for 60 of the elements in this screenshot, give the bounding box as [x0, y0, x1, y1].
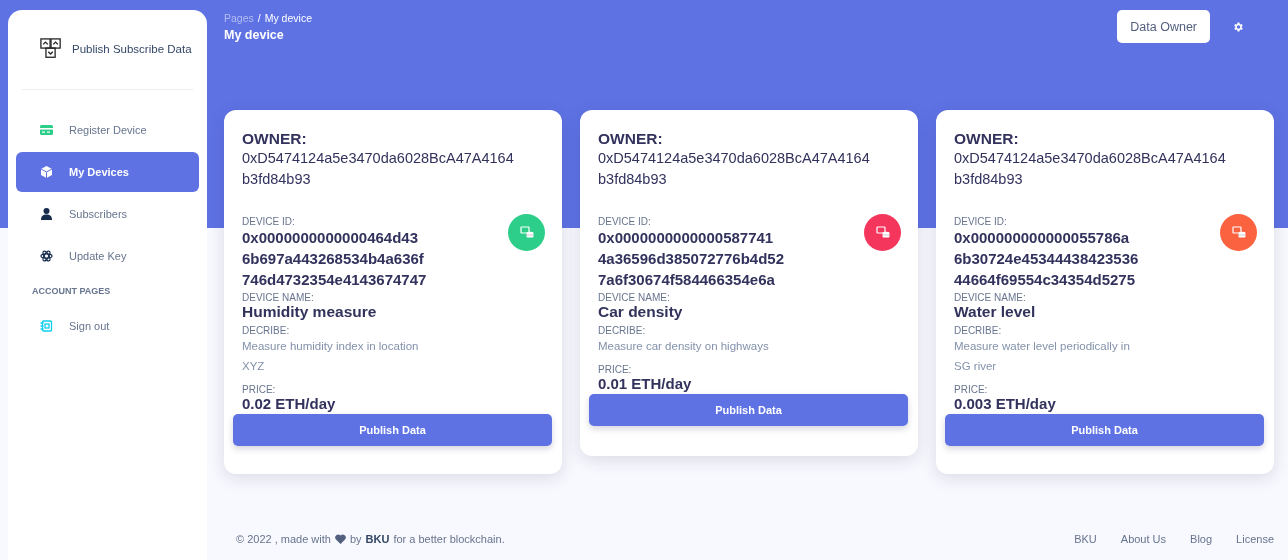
cube-icon: [40, 166, 53, 178]
field-label: DECRIBE:: [242, 325, 291, 336]
device-id: 0x0000000000000464d43 6b697a443268534b4a636f 746d4732354e4143674747: [242, 228, 428, 290]
field-label: OWNER:: [598, 130, 664, 148]
device-price: 0.01 ETH/day: [598, 375, 693, 392]
breadcrumb-separator: /: [257, 12, 261, 24]
publish-button[interactable]: Publish Data: [233, 414, 552, 446]
nav-item[interactable]: Sign out: [16, 306, 199, 346]
field-label: DEVICE ID:: [954, 216, 1008, 227]
field-label: DECRIBE:: [954, 325, 1003, 336]
breadcrumb-current: My device: [264, 12, 312, 24]
person-icon: [40, 208, 53, 220]
nav-item[interactable]: Update Key: [16, 236, 199, 276]
heart-icon: [334, 534, 346, 544]
field-label: DEVICE NAME:: [598, 292, 671, 303]
field-label: PRICE:: [598, 364, 633, 375]
nav-item[interactable]: Subscribers: [16, 194, 199, 234]
role-button[interactable]: Data Owner: [1117, 10, 1210, 43]
footer-text: for a better blockchain.: [393, 533, 505, 545]
owner-address: 0xD5474124a5e3470da6028BcA47A4164 b3fd84b93: [598, 149, 871, 189]
brand-name: Publish Subscribe Data: [72, 43, 192, 55]
publish-button[interactable]: Publish Data: [945, 414, 1264, 446]
device-name: Car density: [598, 303, 684, 321]
card-icon: [40, 125, 53, 135]
field-label: DEVICE ID:: [598, 216, 652, 227]
footer-link[interactable]: License: [1236, 533, 1274, 545]
field-label: PRICE:: [242, 384, 277, 395]
field-label: OWNER:: [954, 130, 1020, 148]
sign-out-icon: [40, 320, 53, 332]
logo-icon: [40, 38, 62, 60]
settings-icon[interactable]: [1232, 21, 1244, 33]
atom-icon: [40, 250, 53, 262]
footer-link[interactable]: BKU: [1074, 533, 1097, 545]
author-link[interactable]: BKU: [365, 533, 390, 545]
footer-link[interactable]: About Us: [1120, 533, 1167, 545]
publish-button[interactable]: Publish Data: [589, 394, 908, 426]
footer-link[interactable]: Blog: [1190, 533, 1213, 545]
nav-section-heading: ACCOUNT PAGES: [31, 285, 112, 298]
device-name: Humidity measure: [242, 303, 378, 321]
device-id: 0x0000000000000587741 4a36596d385072776b4d52 7a6f30674f584466354e6a: [598, 228, 785, 290]
field-label: DECRIBE:: [598, 325, 647, 336]
field-label: OWNER:: [242, 130, 308, 148]
field-label: DEVICE NAME:: [954, 292, 1027, 303]
field-label: DEVICE ID:: [242, 216, 296, 227]
nav-item[interactable]: My Devices: [16, 152, 199, 192]
device-name: Water level: [954, 303, 1037, 321]
field-label: PRICE:: [954, 384, 989, 395]
device-price: 0.02 ETH/day: [242, 395, 337, 412]
page-title: My device: [224, 28, 285, 42]
device-description: Measure humidity index in location XYZ: [242, 339, 420, 374]
owner-address: 0xD5474124a5e3470da6028BcA47A4164 b3fd84b93: [954, 149, 1227, 189]
owner-address: 0xD5474124a5e3470da6028BcA47A4164 b3fd84b93: [242, 149, 515, 189]
footer-text: by: [349, 533, 362, 545]
device-id: 0x000000000000055786a 6b30724e45344438423536 44664f69554c34354d5275: [954, 228, 1140, 290]
device-price: 0.003 ETH/day: [954, 395, 1057, 412]
nav-item[interactable]: Register Device: [16, 110, 199, 150]
field-label: DEVICE NAME:: [242, 292, 315, 303]
device-description: Measure water level periodically in SG river: [954, 339, 1131, 374]
footer-text: © 2022 , made with: [236, 533, 331, 545]
device-description: Measure car density on highways: [598, 339, 770, 354]
